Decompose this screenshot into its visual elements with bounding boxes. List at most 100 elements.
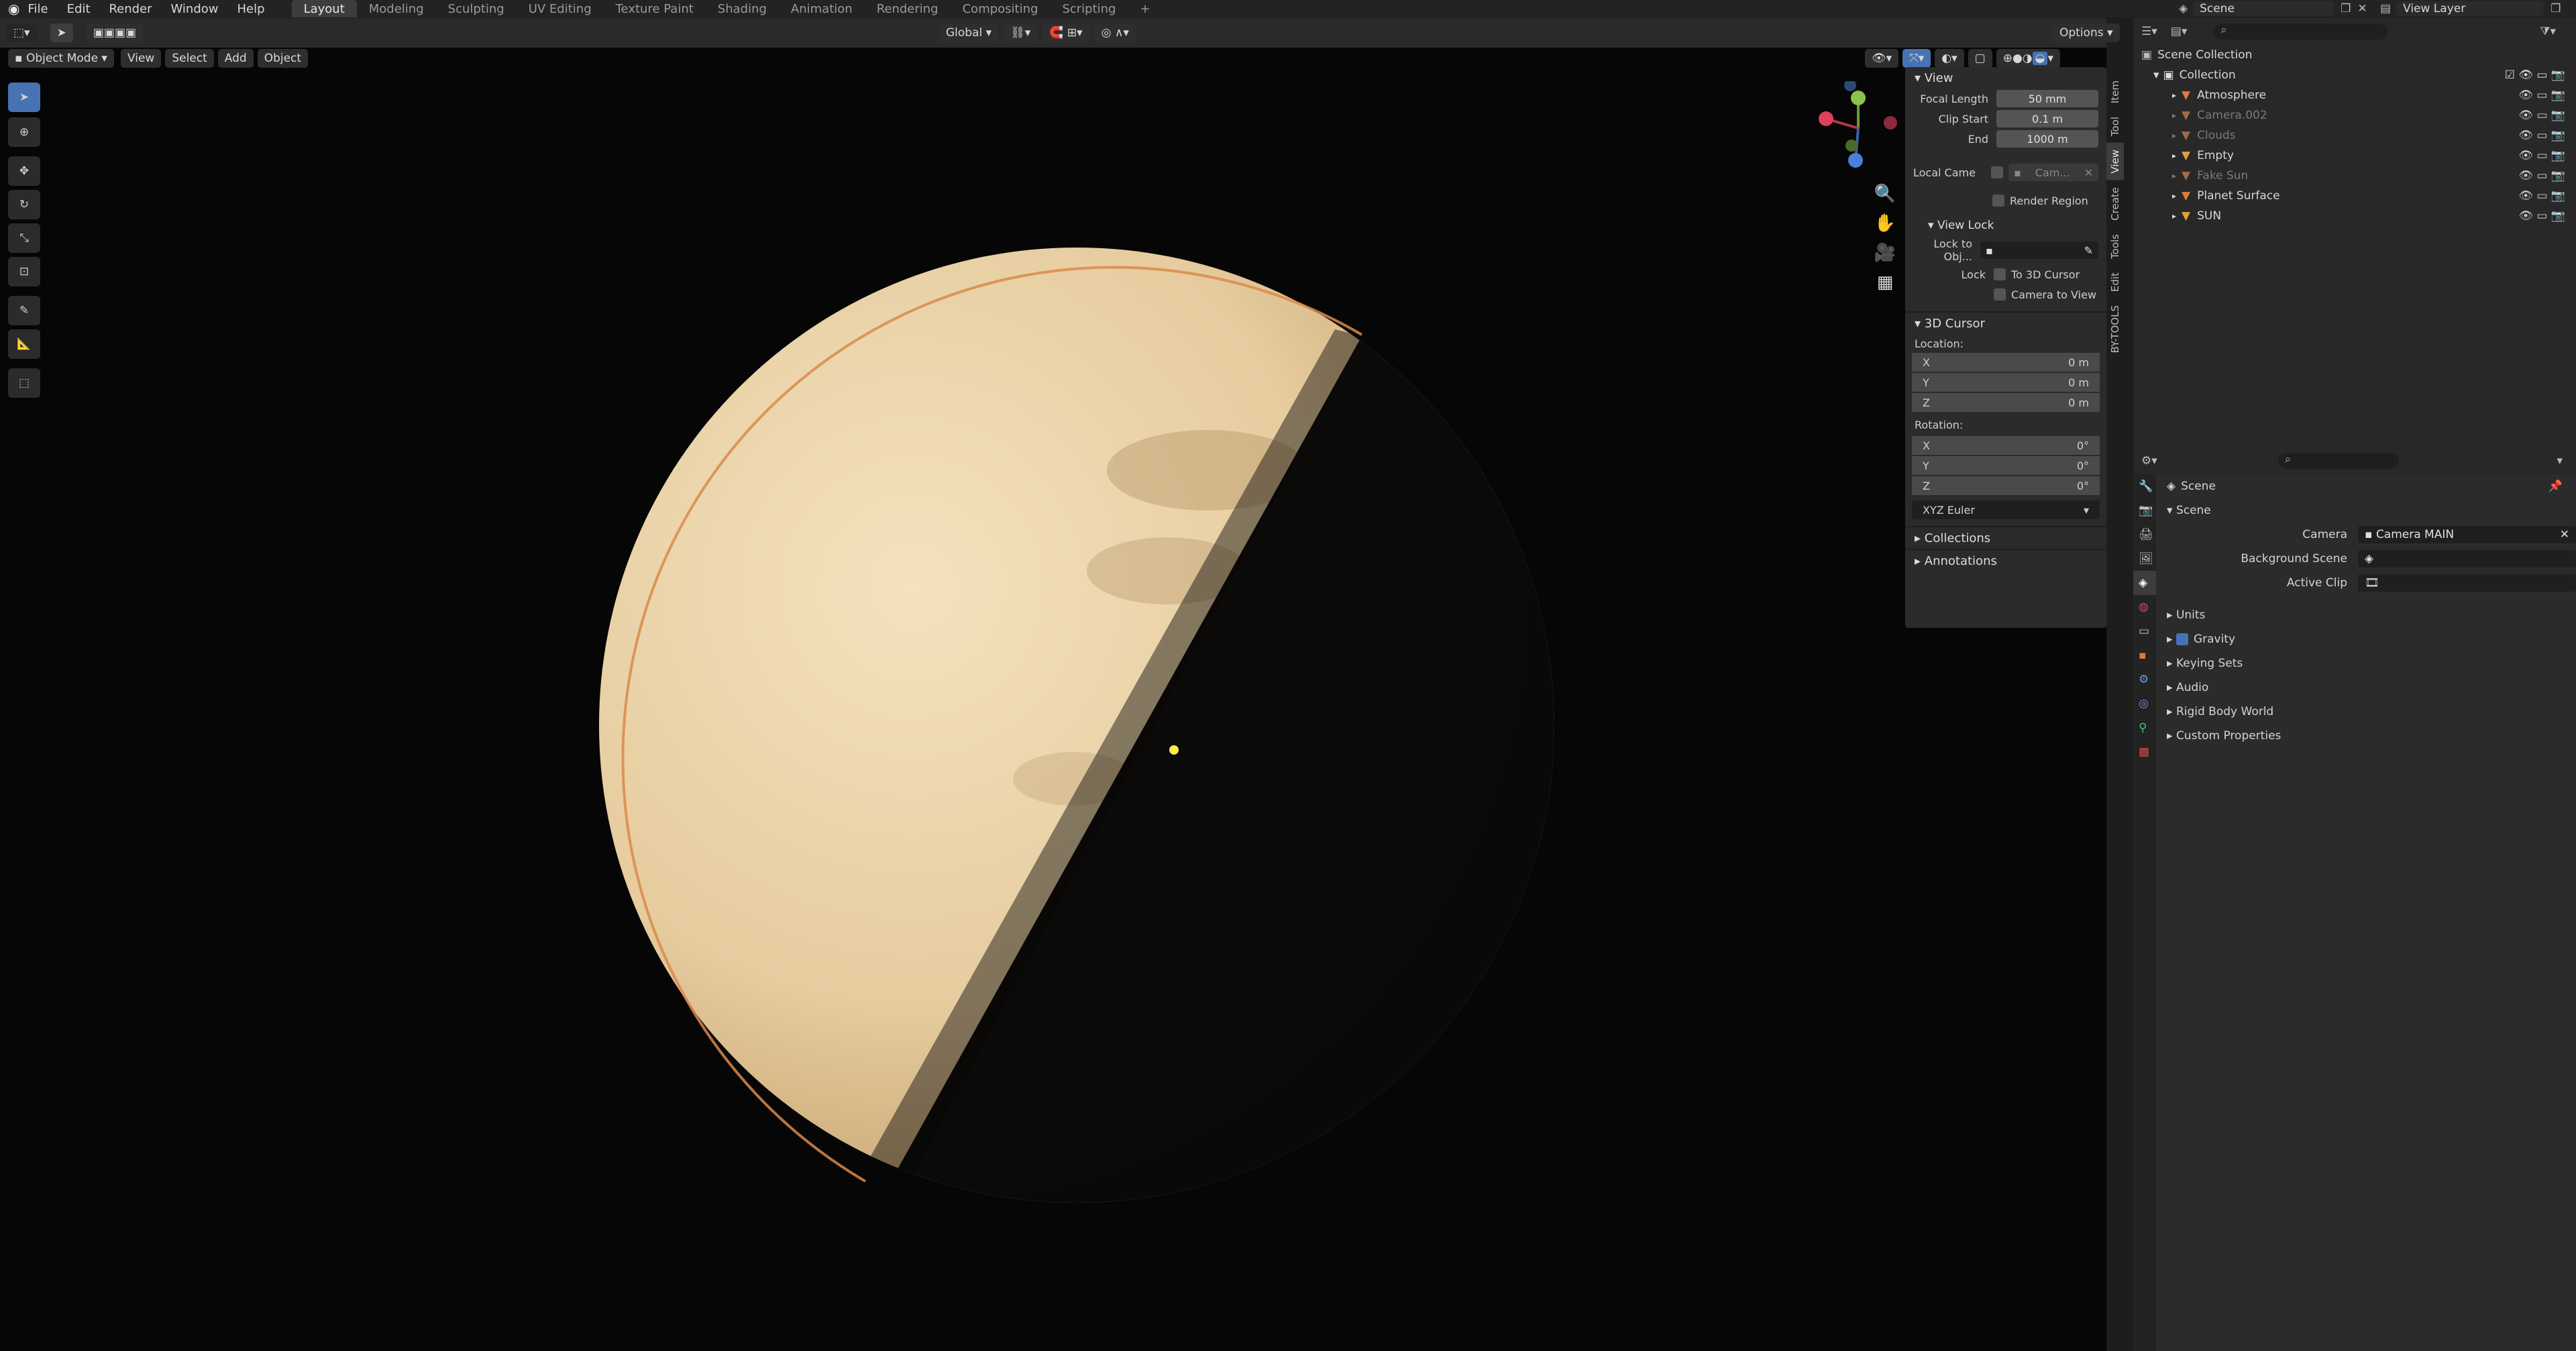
tab-uv-editing[interactable]: UV Editing <box>517 0 604 17</box>
new-scene-icon[interactable]: ❐ <box>2341 2 2351 15</box>
cursor-location-y[interactable]: Y 0 m <box>1912 373 2100 392</box>
outliner-item[interactable]: ▸ ▼ Empty 👁 ▭ 📷 <box>2133 146 2576 166</box>
tab-tool[interactable]: Tool <box>2106 110 2124 143</box>
local-camera-checkbox[interactable] <box>1991 166 2003 178</box>
world-tab-icon[interactable]: ◍ <box>2133 595 2156 619</box>
texture-tab-icon[interactable]: ▩ <box>2133 740 2156 764</box>
selection-mode-icon[interactable]: ▣▣▣▣ <box>86 23 144 42</box>
gizmo-x-axis[interactable] <box>1819 111 1833 126</box>
proportional-edit-icon[interactable]: ◎ ∧▾ <box>1094 23 1136 42</box>
expand-arrow-icon[interactable]: ▸ <box>2172 211 2176 221</box>
select-tool-icon[interactable]: ➤ <box>50 23 73 42</box>
scene-panel-header[interactable]: ▾ Scene <box>2160 498 2576 523</box>
menu-edit[interactable]: Edit <box>67 2 91 16</box>
menu-view[interactable]: View <box>120 49 162 68</box>
view-layer-selector[interactable]: ▤ View Layer ❐ <box>2380 1 2561 16</box>
pivot-icon[interactable]: ⛓▾ <box>1004 23 1038 42</box>
add-workspace-button[interactable]: + <box>1128 0 1162 17</box>
transform-tool-icon[interactable]: ⊡ <box>8 257 40 286</box>
menu-file[interactable]: File <box>28 2 48 16</box>
cursor-tool-icon[interactable]: ⊕ <box>8 117 40 147</box>
expand-arrow-icon[interactable]: ▸ <box>2172 111 2176 120</box>
properties-editor-icon[interactable]: ⚙▾ <box>2141 454 2157 468</box>
pan-hand-icon[interactable]: ✋ <box>1870 209 1900 238</box>
menu-render[interactable]: Render <box>109 2 152 16</box>
filter-icon[interactable]: ⧩▾ <box>2540 25 2556 38</box>
gizmo-y-axis[interactable] <box>1851 91 1866 105</box>
output-tab-icon[interactable]: 🖨 <box>2133 523 2156 547</box>
expand-arrow-icon[interactable]: ▸ <box>2172 191 2176 201</box>
tab-tools[interactable]: Tools <box>2106 227 2124 266</box>
outliner-item[interactable]: ▸ ▼ Fake Sun 👁 ▭ 📷 <box>2133 166 2576 186</box>
outliner-item[interactable]: ▸ ▼ Camera.002 👁 ▭ 📷 <box>2133 105 2576 125</box>
outliner-item[interactable]: ▸ ▼ Planet Surface 👁 ▭ 📷 <box>2133 186 2576 206</box>
visibility-icons[interactable]: 👁 ▭ 📷 <box>2518 189 2565 203</box>
measure-tool-icon[interactable]: 📐 <box>8 329 40 359</box>
gizmo-neg-z-axis[interactable] <box>1844 81 1856 91</box>
visibility-icons[interactable]: 👁 ▭ 📷 <box>2518 89 2565 102</box>
units-panel-header[interactable]: ▸ Units <box>2160 603 2576 627</box>
snap-icon[interactable]: 🧲 ⊞▾ <box>1042 23 1089 42</box>
delete-scene-icon[interactable]: ✕ <box>2357 2 2367 15</box>
tool-tab-icon[interactable]: 🔧 <box>2133 474 2156 498</box>
collection-tab-icon[interactable]: ▭ <box>2133 619 2156 643</box>
camera-field[interactable]: ▪ Camera MAIN ✕ <box>2358 526 2576 543</box>
annotate-tool-icon[interactable]: ✎ <box>8 296 40 325</box>
pin-icon[interactable]: 📌 <box>2548 480 2563 493</box>
chevron-down-icon[interactable]: ▾ <box>2557 454 2563 468</box>
expand-arrow-icon[interactable]: ▸ <box>2172 131 2176 140</box>
visibility-icons[interactable]: 👁 ▭ 📷 <box>2518 109 2565 122</box>
active-clip-field[interactable]: 🎞 <box>2358 574 2576 592</box>
outliner-search-input[interactable]: ⌕ <box>2214 23 2389 40</box>
view-lock-header[interactable]: ▾ View Lock <box>1905 215 2106 236</box>
gravity-checkbox[interactable] <box>2176 633 2188 645</box>
clip-start-field[interactable]: 0.1 m <box>1996 110 2098 127</box>
modifiers-tab-icon[interactable]: ⚙ <box>2133 667 2156 692</box>
rigid-body-world-panel-header[interactable]: ▸ Rigid Body World <box>2160 700 2576 724</box>
zoom-icon[interactable]: 🔍 <box>1870 179 1900 209</box>
local-camera-field[interactable]: ▪ Cam... ✕ <box>2008 164 2098 181</box>
new-view-layer-icon[interactable]: ❐ <box>2551 2 2561 15</box>
keying-sets-panel-header[interactable]: ▸ Keying Sets <box>2160 651 2576 676</box>
rotate-tool-icon[interactable]: ↻ <box>8 190 40 219</box>
collections-panel-header[interactable]: ▸ Collections <box>1905 527 2106 549</box>
3d-cursor-panel-header[interactable]: ▾ 3D Cursor <box>1905 313 2106 334</box>
collection-row[interactable]: ▾ ▣ Collection ☑ 👁 ▭ 📷 <box>2133 65 2576 85</box>
object-tab-icon[interactable]: ▪ <box>2133 643 2156 667</box>
expand-arrow-icon[interactable]: ▸ <box>2172 171 2176 180</box>
collection-visibility-icons[interactable]: ☑ 👁 ▭ 📷 <box>2505 68 2565 82</box>
tab-create[interactable]: Create <box>2106 180 2124 227</box>
camera-to-view-checkbox[interactable] <box>1994 288 2006 301</box>
properties-search-input[interactable]: ⌕ <box>2277 453 2399 469</box>
outliner-item[interactable]: ▸ ▼ Clouds 👁 ▭ 📷 <box>2133 125 2576 146</box>
overlay-toggle-icon[interactable]: ◐▾ <box>1935 49 1964 68</box>
transform-orientation-dropdown[interactable]: Global ▾ <box>939 23 999 42</box>
xray-toggle-icon[interactable]: ▢ <box>1968 49 1992 68</box>
menu-add[interactable]: Add <box>217 49 254 68</box>
tab-item[interactable]: Item <box>2106 74 2124 110</box>
scene-name-field[interactable]: Scene <box>2193 1 2334 16</box>
add-cube-tool-icon[interactable]: ⬚ <box>8 368 40 398</box>
tab-modeling[interactable]: Modeling <box>357 0 436 17</box>
visibility-icons[interactable]: 👁 ▭ 📷 <box>2518 149 2565 162</box>
navigation-gizmo[interactable] <box>1811 81 1905 175</box>
scene-selector[interactable]: ◈ Scene ❐ ✕ <box>2179 1 2367 16</box>
object-mode-dropdown[interactable]: ▪ Object Mode ▾ <box>8 49 114 68</box>
cursor-rotation-x[interactable]: X 0° <box>1912 436 2100 455</box>
expand-arrow-icon[interactable]: ▾ <box>2153 68 2159 82</box>
eyedropper-icon[interactable]: ✎ <box>2084 244 2093 257</box>
display-mode-icon[interactable]: ▤▾ <box>2171 25 2188 38</box>
rotation-mode-dropdown[interactable]: XYZ Euler ▾ <box>1912 500 2100 519</box>
tab-animation[interactable]: Animation <box>779 0 865 17</box>
lock-to-object-field[interactable]: ▪ ✎ <box>1980 241 2098 259</box>
menu-window[interactable]: Window <box>171 2 219 16</box>
outliner-editor-icon[interactable]: ☰▾ <box>2141 25 2157 38</box>
view-layer-tab-icon[interactable]: 🖼 <box>2133 547 2156 571</box>
tab-compositing[interactable]: Compositing <box>951 0 1051 17</box>
constraints-tab-icon[interactable]: ⚲ <box>2133 716 2156 740</box>
view-layer-name-field[interactable]: View Layer <box>2396 1 2544 16</box>
cursor-location-z[interactable]: Z 0 m <box>1912 393 2100 412</box>
custom-properties-panel-header[interactable]: ▸ Custom Properties <box>2160 724 2576 748</box>
outliner-item[interactable]: ▸ ▼ Atmosphere 👁 ▭ 📷 <box>2133 85 2576 105</box>
visibility-icons[interactable]: 👁 ▭ 📷 <box>2518 129 2565 142</box>
